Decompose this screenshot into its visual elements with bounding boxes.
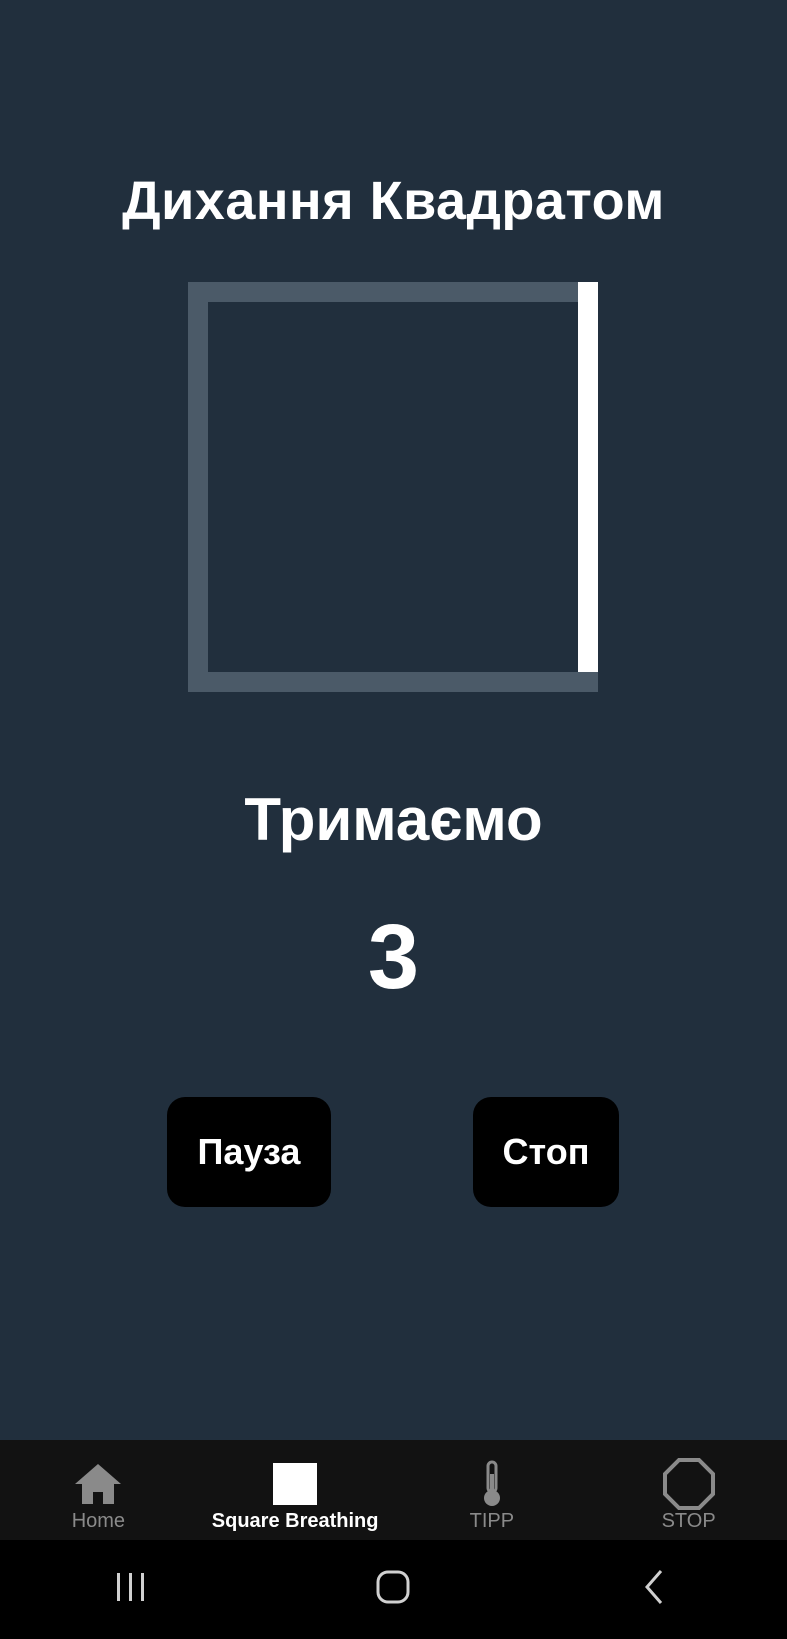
stop-button[interactable]: Стоп xyxy=(473,1097,619,1207)
system-navigation-bar xyxy=(0,1540,787,1639)
system-back-button[interactable] xyxy=(596,1550,716,1630)
octagon-icon xyxy=(662,1458,716,1510)
countdown-number: 3 xyxy=(367,906,420,1008)
tab-tipp-label: TIPP xyxy=(469,1510,515,1532)
recent-apps-icon xyxy=(113,1571,149,1608)
square-track xyxy=(188,282,598,692)
pause-button[interactable]: Пауза xyxy=(167,1097,331,1207)
tab-square-breathing[interactable]: Square Breathing xyxy=(197,1440,394,1540)
system-home-button[interactable] xyxy=(333,1550,453,1630)
page-title: Дихання Квадратом xyxy=(122,171,665,231)
tab-tipp[interactable]: TIPP xyxy=(394,1440,591,1540)
home-icon xyxy=(73,1460,123,1508)
home-circle-icon xyxy=(373,1567,413,1612)
tab-stop-label: STOP xyxy=(661,1510,716,1532)
tab-stop[interactable]: STOP xyxy=(590,1440,787,1540)
breathing-square-svg xyxy=(188,282,598,692)
thermometer-icon xyxy=(477,1460,507,1508)
breathing-square xyxy=(188,282,598,692)
tab-square-breathing-label: Square Breathing xyxy=(211,1510,379,1532)
breathing-screen: Дихання Квадратом Тримаємо 3 Пауза Стоп xyxy=(0,0,787,1440)
phase-label: Тримаємо xyxy=(244,786,543,853)
square-icon xyxy=(272,1460,318,1508)
recent-apps-button[interactable] xyxy=(71,1550,191,1630)
tab-home-label: Home xyxy=(71,1510,126,1532)
tab-home[interactable]: Home xyxy=(0,1440,197,1540)
back-chevron-icon xyxy=(641,1567,671,1612)
bottom-tab-bar: Home Square Breathing TIPP STOP xyxy=(0,1440,787,1540)
